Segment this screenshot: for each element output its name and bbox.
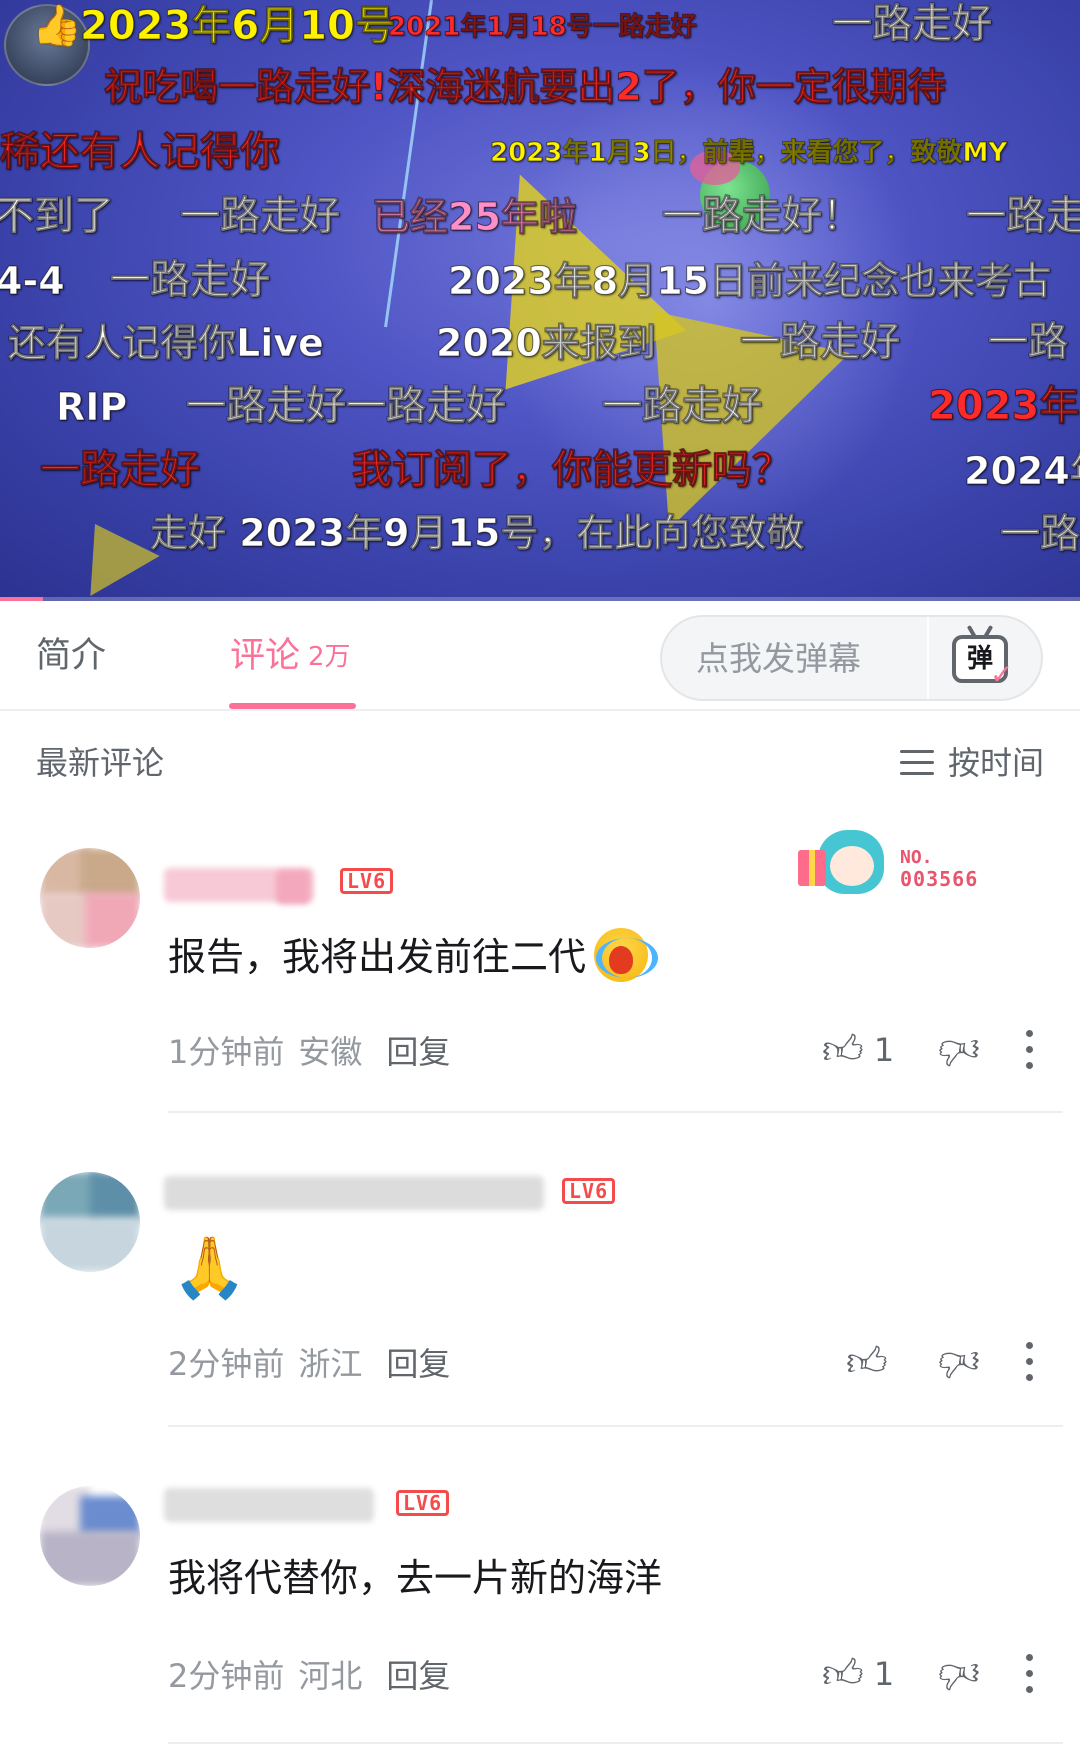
- danmaku-comment: 还有人记得你Live: [8, 321, 325, 365]
- username[interactable]: [164, 1488, 374, 1522]
- username: [276, 870, 310, 904]
- thumbs-down-icon[interactable]: 👍︎: [938, 1644, 980, 1704]
- danmaku-comment: 祝吃喝一路走好!深海迷航要出2了，你一定很期待: [104, 65, 947, 109]
- comment-list-header: 最新评论 按时间: [0, 713, 1080, 813]
- like-button[interactable]: 👍︎: [846, 1332, 898, 1392]
- danmaku-comment: RIP: [55, 385, 128, 429]
- danmaku-comment: 2023年6月10号: [80, 3, 396, 49]
- comment-list-title: 最新评论: [36, 744, 165, 782]
- danmaku-comment: 2024年: [964, 449, 1080, 493]
- danmaku-comment: 2023年8月15日前来纪念也来考古: [447, 259, 1052, 303]
- comment-text-content: 报告，我将出发前往二代: [168, 935, 587, 979]
- danmaku-comment: 稀还有人记得你: [0, 129, 281, 175]
- tab-active-indicator: [229, 703, 356, 709]
- danmaku-comment: 一路走好: [602, 383, 763, 429]
- tab-bar: 简介 评论 2万 点我发弹幕 弹 ✓: [0, 601, 1080, 711]
- danmaku-comment: 一路走好一路走好: [186, 383, 507, 429]
- comment-text: 我将代替你，去一片新的海洋: [168, 1556, 663, 1600]
- praying-hands-icon: 🙏: [172, 1233, 247, 1303]
- avatar[interactable]: [40, 848, 140, 948]
- tab-comments-count: 2万: [308, 642, 351, 672]
- username[interactable]: [164, 1176, 544, 1210]
- comment-divider: [168, 1111, 1063, 1113]
- comment-text: 报告，我将出发前往二代: [168, 928, 659, 985]
- comment-divider: [168, 1425, 1063, 1427]
- sort-lines-icon: [899, 750, 934, 776]
- danmaku-comment: 已经25年啦: [372, 195, 578, 239]
- fan-badge-prefix: NO.: [900, 847, 933, 868]
- danmaku-comment: 走好 2023年9月15号，在此向您致敬: [149, 511, 805, 555]
- more-options-icon[interactable]: [1024, 1654, 1034, 1694]
- danmaku-comment: 一路走好: [40, 447, 201, 493]
- thumbs-up-icon: 👍: [32, 3, 82, 49]
- more-options-icon[interactable]: [1024, 1030, 1034, 1070]
- danmaku-comment: 一路: [988, 319, 1069, 365]
- avatar[interactable]: [40, 1486, 140, 1586]
- avatar[interactable]: [40, 1172, 140, 1272]
- danmaku-comment: 我订阅了，你能更新吗？: [352, 447, 793, 493]
- comment-divider: [168, 1742, 1063, 1744]
- danmaku-comment: 一路走好: [110, 257, 271, 303]
- video-player[interactable]: 👍 2023年6月10号 2021年1月18号一路走好 一路走好 祝吃喝一路走好…: [0, 0, 1080, 601]
- danmaku-comment: 2020来报到: [436, 321, 657, 365]
- scene-rope: [384, 0, 433, 328]
- fan-badge-number: 003566: [900, 867, 979, 891]
- sort-button[interactable]: 按时间: [899, 739, 1044, 787]
- level-badge: LV6: [340, 868, 394, 894]
- thumbs-down-icon[interactable]: 👍︎: [938, 1020, 980, 1080]
- thumbs-up-icon: 👍︎: [846, 1339, 888, 1385]
- level-badge: LV6: [396, 1490, 450, 1516]
- like-button[interactable]: 👍︎ 1: [822, 1644, 894, 1704]
- danmaku-comment: 2023年9: [927, 383, 1080, 429]
- danmaku-comment: 不到了: [0, 193, 115, 239]
- sort-label: 按时间: [947, 744, 1044, 782]
- danmaku-toggle-icon[interactable]: 弹 ✓: [952, 624, 1013, 689]
- danmaku-box-separator: [927, 617, 929, 699]
- like-button[interactable]: 👍︎ 1: [822, 1020, 894, 1080]
- comment-actions: 👍︎ 1 👍︎: [0, 1020, 1080, 1080]
- danmaku-comment: 一路走: [966, 193, 1080, 239]
- danmaku-input-placeholder[interactable]: 点我发弹幕: [696, 635, 861, 683]
- danmaku-comment: 一路走好: [832, 1, 993, 47]
- danmaku-comment: 一路走好: [180, 193, 341, 239]
- like-count: 1: [873, 1031, 895, 1069]
- scene-shape: [60, 504, 160, 596]
- thumbs-up-icon: 👍︎: [822, 1027, 864, 1073]
- tab-comments-label: 评论: [230, 636, 301, 676]
- thumbs-down-icon[interactable]: 👍︎: [938, 1332, 980, 1392]
- tab-comments[interactable]: 评论 2万: [230, 631, 351, 684]
- thumbs-up-icon: 👍︎: [822, 1651, 864, 1697]
- more-options-icon[interactable]: [1024, 1342, 1034, 1382]
- danmaku-comment: 一路: [1000, 511, 1080, 557]
- danmaku-comment: 4-4: [0, 259, 65, 303]
- comment-actions: 👍︎ 👍︎: [0, 1332, 1080, 1392]
- tab-intro[interactable]: 简介: [36, 631, 106, 681]
- crying-emoji-icon: [594, 928, 659, 982]
- check-icon: ✓: [990, 658, 1014, 691]
- danmaku-send-box[interactable]: 点我发弹幕 弹 ✓: [660, 615, 1043, 701]
- fan-badge[interactable]: NO. 003566: [796, 826, 996, 902]
- level-badge: LV6: [562, 1178, 616, 1204]
- fan-badge-mascot-icon: [796, 826, 892, 898]
- tv-antenna: [966, 624, 978, 640]
- danmaku-comment: 一路走好: [740, 319, 901, 365]
- danmaku-comment: 2021年1月18号一路走好: [388, 12, 698, 42]
- like-count: 1: [873, 1655, 895, 1693]
- comment-actions: 👍︎ 1 👍︎: [0, 1644, 1080, 1704]
- danmaku-comment: 一路走好！: [662, 193, 863, 239]
- danmaku-comment: 2023年1月3日，前辈，来看您了，致敬MY: [489, 138, 1008, 168]
- tv-antenna: [982, 624, 994, 640]
